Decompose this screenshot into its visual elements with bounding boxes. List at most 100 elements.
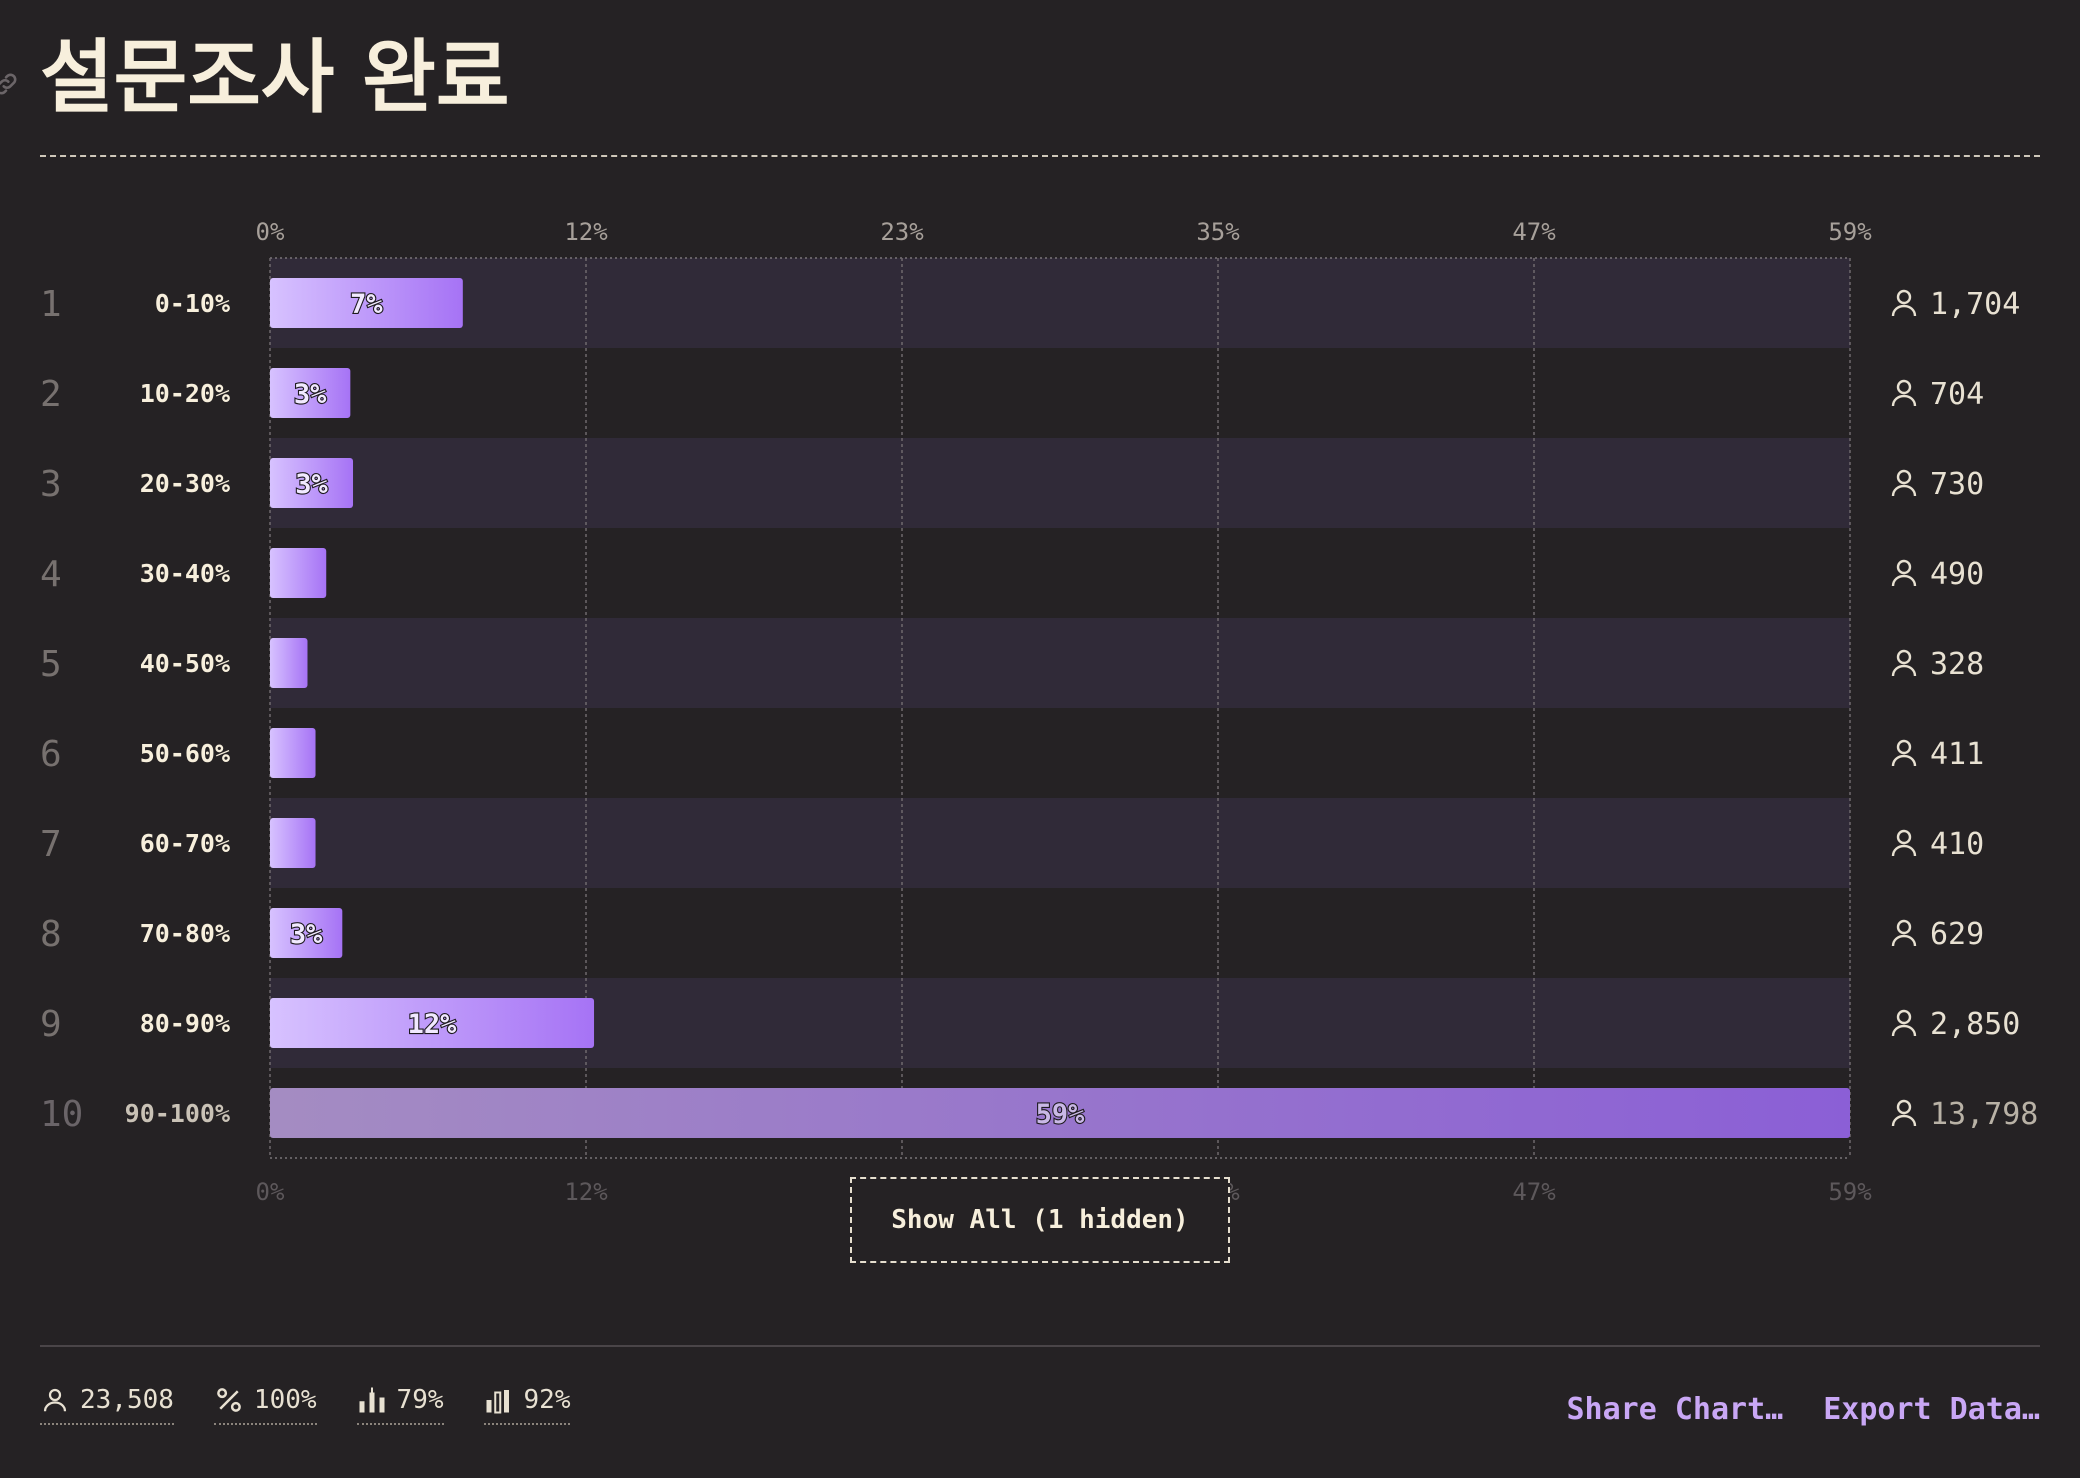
user-icon-body: [1891, 1024, 1917, 1037]
count-label: 13,798: [1930, 1097, 2038, 1132]
user-icon-body: [1891, 1114, 1917, 1127]
stat-candlestick[interactable]: 79%: [356, 1385, 444, 1425]
value-label: 3%: [294, 379, 327, 410]
count-label: 2,850: [1930, 1007, 2020, 1042]
category-label: 80-90%: [140, 1009, 230, 1038]
user-icon-head: [1896, 829, 1912, 845]
user-icon-body: [1891, 304, 1917, 317]
rank-label: 10: [40, 1094, 83, 1135]
tick-label-bottom: 0%: [256, 1178, 285, 1206]
count-label: 629: [1930, 917, 1984, 952]
tick-label-top: 0%: [256, 218, 285, 246]
user-icon-head: [1896, 919, 1912, 935]
user-icon-head: [1896, 1099, 1912, 1115]
tick-label-top: 12%: [564, 218, 608, 246]
rank-label: 3: [40, 464, 62, 505]
title-divider: [40, 155, 2040, 157]
bar[interactable]: [270, 638, 308, 688]
user-icon: [1891, 1099, 1917, 1127]
tick-label-bottom: 12%: [564, 1178, 608, 1206]
category-label: 10-20%: [140, 379, 230, 408]
user-icon-head: [1896, 559, 1912, 575]
user-icon-body: [1891, 484, 1917, 497]
user-icon-head: [1896, 739, 1912, 755]
bar[interactable]: [270, 818, 316, 868]
count-label: 328: [1930, 647, 1984, 682]
rank-label: 7: [40, 824, 62, 865]
stat-value: 92%: [523, 1385, 571, 1415]
footer-divider: [40, 1345, 2040, 1347]
value-label: 59%: [1036, 1099, 1086, 1130]
user-icon-head: [1896, 469, 1912, 485]
bar-chart: 0%0%12%12%23%23%35%35%47%47%59%59%10-10%…: [40, 218, 2038, 1206]
user-icon: [43, 1388, 67, 1412]
tick-label-top: 47%: [1512, 218, 1556, 246]
user-icon-body: [1891, 754, 1917, 767]
tick-label-top: 35%: [1196, 218, 1240, 246]
user-icon-head: [1896, 379, 1912, 395]
tick-label-bottom: 59%: [1828, 1178, 1872, 1206]
show-all-button[interactable]: Show All (1 hidden): [850, 1177, 1230, 1263]
value-label: 7%: [350, 289, 383, 320]
value-label: 3%: [290, 919, 323, 950]
row-band: [270, 798, 1850, 888]
user-icon: [1891, 469, 1917, 497]
user-icon-head: [1896, 649, 1912, 665]
user-icon-head: [1896, 1009, 1912, 1025]
category-label: 0-10%: [155, 289, 230, 318]
summary-stats: 23,508 100% 79% 92%: [40, 1385, 571, 1425]
tick-label-top: 23%: [880, 218, 924, 246]
row-band: [270, 618, 1850, 708]
count-label: 1,704: [1930, 287, 2020, 322]
category-label: 70-80%: [140, 919, 230, 948]
rank-label: 8: [40, 914, 62, 955]
count-label: 410: [1930, 827, 1984, 862]
tick-label-bottom: 47%: [1512, 1178, 1556, 1206]
stat-value: 79%: [396, 1385, 444, 1415]
count-label: 730: [1930, 467, 1984, 502]
user-icon-head: [1896, 289, 1912, 305]
stat-total-respondents[interactable]: 23,508: [40, 1385, 174, 1425]
category-label: 40-50%: [140, 649, 230, 678]
percent-icon: [217, 1388, 241, 1412]
user-icon-body: [1891, 574, 1917, 587]
rank-label: 2: [40, 374, 62, 415]
user-icon: [1891, 1009, 1917, 1037]
page-title: 설문조사 완료: [40, 31, 510, 124]
export-data-button[interactable]: Export Data…: [1823, 1392, 2040, 1427]
category-label: 60-70%: [140, 829, 230, 858]
rank-label: 1: [40, 284, 62, 325]
rank-label: 4: [40, 554, 62, 595]
user-icon: [1891, 919, 1917, 947]
bar-chart-icon: [486, 1390, 509, 1414]
user-icon: [1891, 829, 1917, 857]
count-label: 704: [1930, 377, 1984, 412]
stat-bar-chart[interactable]: 92%: [483, 1385, 571, 1425]
category-label: 50-60%: [140, 739, 230, 768]
footer-actions: Share Chart… Export Data…: [1567, 1392, 2041, 1427]
count-label: 490: [1930, 557, 1984, 592]
stat-percent[interactable]: 100%: [213, 1385, 317, 1425]
rank-label: 6: [40, 734, 62, 775]
category-label: 20-30%: [140, 469, 230, 498]
user-icon-body: [1891, 934, 1917, 947]
user-icon-body: [1891, 844, 1917, 857]
value-label: 3%: [295, 469, 328, 500]
row-band: [270, 258, 1850, 348]
bar[interactable]: [270, 548, 327, 598]
rank-label: 5: [40, 644, 62, 685]
share-chart-button[interactable]: Share Chart…: [1567, 1392, 1784, 1427]
category-label: 90-100%: [125, 1099, 230, 1128]
user-icon: [1891, 559, 1917, 587]
count-label: 411: [1930, 737, 1984, 772]
rank-label: 9: [40, 1004, 62, 1045]
user-icon-body: [1891, 394, 1917, 407]
user-icon: [1891, 739, 1917, 767]
row-band: [270, 438, 1850, 528]
value-label: 12%: [408, 1009, 458, 1040]
stat-value: 100%: [253, 1385, 317, 1415]
bar[interactable]: [270, 728, 316, 778]
category-label: 30-40%: [140, 559, 230, 588]
user-icon: [1891, 649, 1917, 677]
link-icon[interactable]: [0, 70, 20, 98]
